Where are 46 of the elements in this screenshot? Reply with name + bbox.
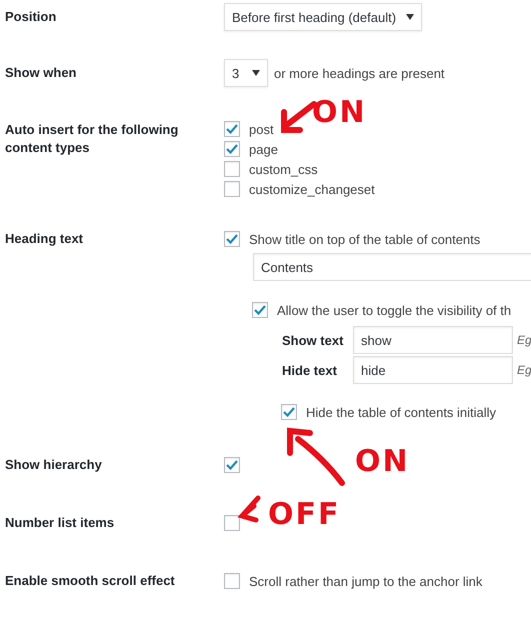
checkbox[interactable] <box>224 573 240 589</box>
checkmark-icon <box>225 143 239 155</box>
annotation-arrow <box>284 427 348 489</box>
checkbox[interactable] <box>281 404 297 420</box>
checkbox[interactable] <box>224 181 240 197</box>
checkbox[interactable] <box>224 457 240 473</box>
annotation-text: ON <box>312 98 367 128</box>
setting-label: Show hierarchy <box>5 456 103 474</box>
setting-label: Show when <box>5 64 78 82</box>
checkbox-label[interactable]: page <box>249 142 278 156</box>
checkbox-label[interactable]: Scroll rather than jump to the anchor link <box>249 574 482 588</box>
checkmark-icon <box>225 459 239 471</box>
field-label: Show text <box>282 332 344 348</box>
checkbox[interactable] <box>224 141 240 157</box>
setting-label: Auto insert for the following content types <box>5 121 180 157</box>
caret-icon <box>252 70 260 76</box>
suffix-text: or more headings are present <box>274 66 445 80</box>
checkbox-label[interactable]: Hide the table of contents initially <box>306 404 496 420</box>
checkmark-icon <box>282 406 296 418</box>
caret-icon <box>406 14 414 20</box>
text-field[interactable]: Contents <box>253 253 531 281</box>
checkbox[interactable] <box>224 161 240 177</box>
setting-label: Enable smooth scroll effect <box>5 572 176 590</box>
annotation-text: ON <box>355 447 410 477</box>
setting-label: Heading text <box>5 230 84 248</box>
checkbox-label[interactable]: customize_changeset <box>249 182 375 196</box>
checkbox[interactable] <box>224 231 240 247</box>
text-field[interactable]: hide <box>353 356 513 384</box>
checkmark-icon <box>253 304 267 316</box>
checkbox[interactable] <box>224 515 240 531</box>
checkbox-label[interactable]: post <box>249 122 274 136</box>
checkmark-icon <box>225 123 239 135</box>
annotation-text: OFF <box>268 500 340 530</box>
dropdown[interactable]: Before first heading (default) <box>224 3 422 31</box>
annotation-arrow <box>236 494 262 524</box>
setting-label: Number list items <box>5 514 116 532</box>
text-field[interactable]: show <box>353 326 513 354</box>
checkbox-label[interactable]: Allow the user to toggle the visibility of th <box>277 302 512 318</box>
setting-label: Position <box>5 8 58 26</box>
checkbox[interactable] <box>252 302 268 318</box>
checkbox[interactable] <box>224 121 240 137</box>
checkbox-label[interactable]: Show title on top of the table of contents <box>249 232 480 246</box>
dropdown[interactable]: 3 <box>224 59 268 87</box>
field-label: Hide text <box>282 362 338 378</box>
checkmark-icon <box>225 233 239 245</box>
checkbox-label[interactable]: custom_css <box>249 162 318 176</box>
